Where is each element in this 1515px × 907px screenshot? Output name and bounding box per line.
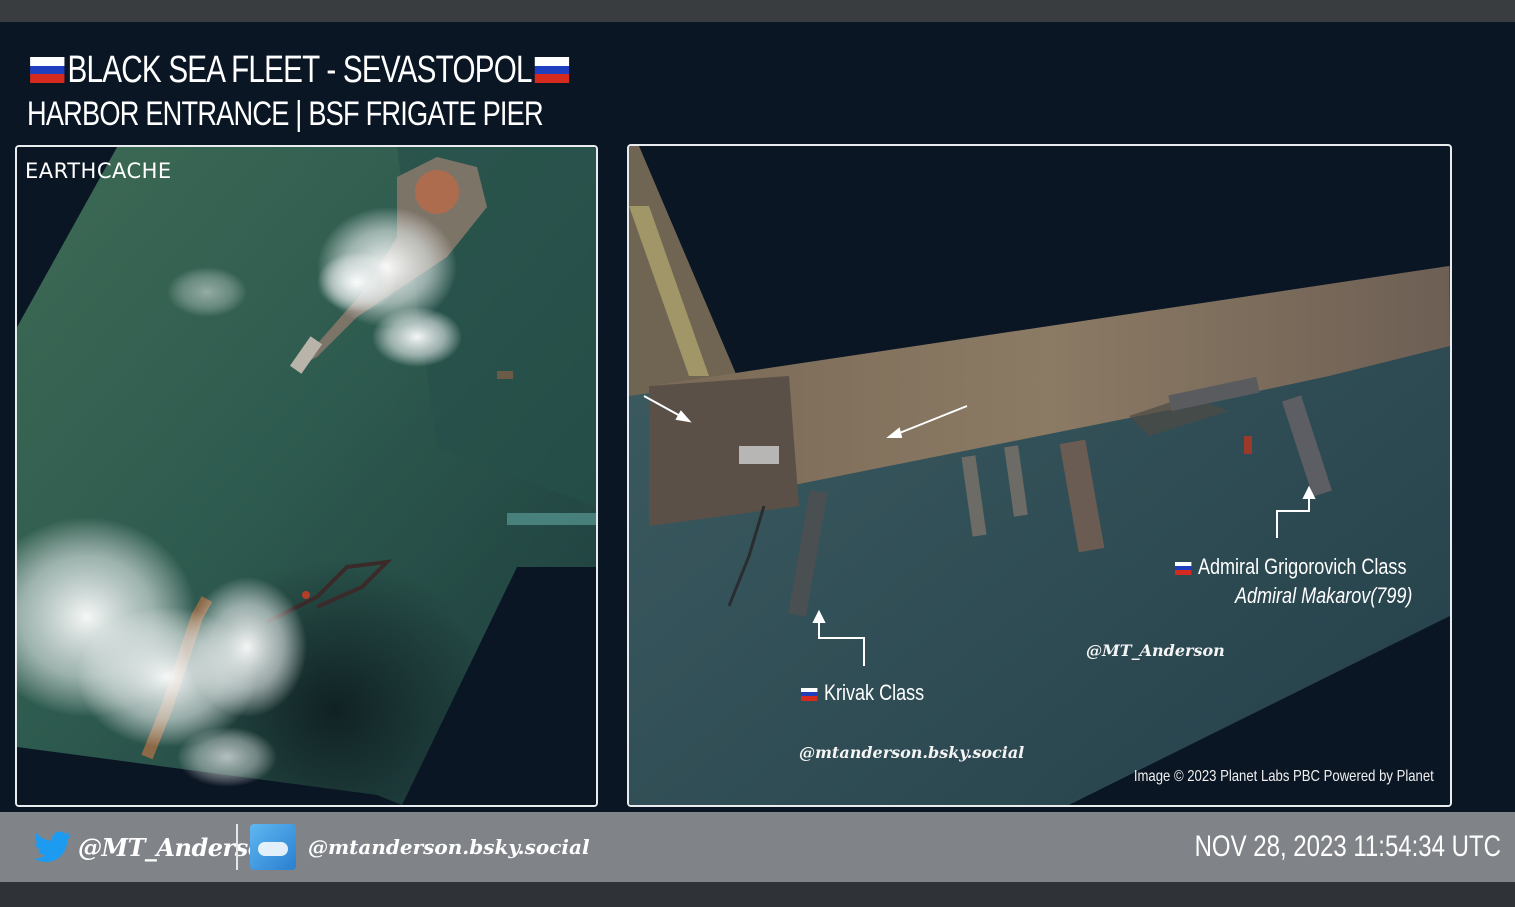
watermark-x-handle: @MT_Anderson [1086, 641, 1225, 660]
krivak-label: Krivak Class [801, 680, 951, 706]
admiral-makarov-label: Admiral Makarov(799) [1234, 583, 1412, 608]
harbor-entrance-scene [17, 147, 596, 805]
timestamp: NOV 28, 2023 11:54:34 UTC [1194, 830, 1501, 863]
page-subtitle: HARBOR ENTRANCE | BSF FRIGATE PIER [27, 95, 544, 133]
earthcache-logo: EARTHCACHE [25, 159, 172, 183]
frigate-pier-scene [629, 146, 1450, 805]
header: BLACK SEA FLEET - SEVASTOPOL HARBOR ENTR… [27, 48, 726, 134]
image-credit: Image © 2023 Planet Labs PBC Powered by … [1134, 768, 1434, 785]
footer-divider [236, 824, 238, 870]
class-name: Admiral Grigorovich Class [1197, 554, 1407, 579]
page-title: BLACK SEA FLEET - SEVASTOPOL [27, 48, 572, 92]
watermark-bsky-handle: @mtanderson.bsky.social [799, 743, 1025, 762]
twitter-handle-group: @MT_Anderson [34, 812, 281, 882]
russia-flag-icon [30, 57, 65, 83]
bsky-handle: @mtanderson.bsky.social [308, 835, 590, 859]
class-name: Krivak Class [823, 680, 925, 705]
browser-strip [0, 0, 1515, 22]
frigate-pier-image: Admiral Grigorovich Class Admiral Makaro… [627, 144, 1452, 807]
footer-bar: @MT_Anderson @mtanderson.bsky.social NOV… [0, 812, 1515, 882]
title-text: BLACK SEA FLEET - SEVASTOPOL [67, 49, 533, 91]
russia-flag-icon [534, 57, 570, 83]
russia-flag-icon [801, 687, 818, 701]
bluesky-icon [250, 824, 296, 870]
bottom-strip [0, 882, 1515, 907]
russia-flag-icon [1175, 561, 1192, 575]
admiral-grigorovich-label: Admiral Grigorovich Class [1175, 554, 1450, 580]
bsky-handle-group: @mtanderson.bsky.social [250, 812, 590, 882]
harbor-entrance-image: EARTHCACHE [15, 145, 598, 807]
twitter-bird-icon [34, 831, 71, 862]
